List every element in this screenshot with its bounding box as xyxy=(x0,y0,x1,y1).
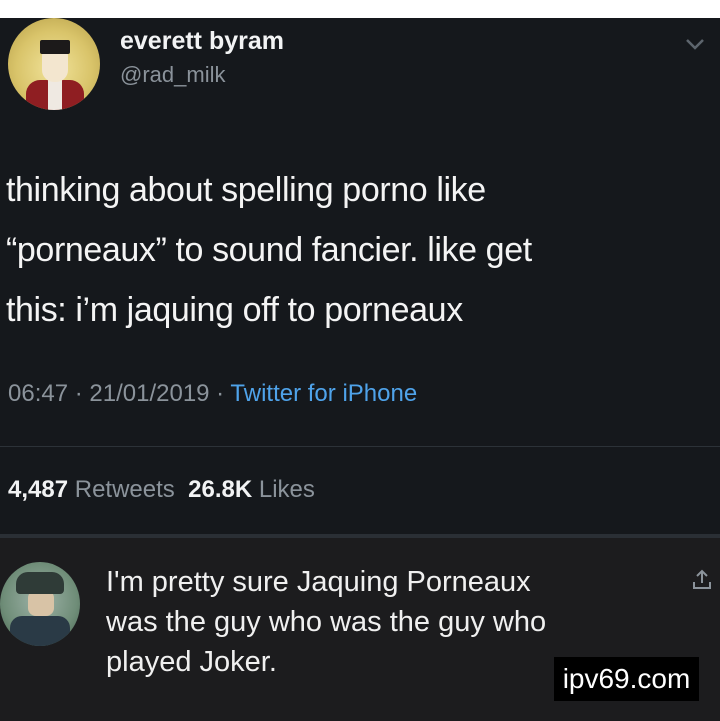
avatar-coat xyxy=(10,616,70,646)
avatar-hair xyxy=(40,40,70,54)
divider xyxy=(0,446,720,447)
tweet-time[interactable]: 06:47 xyxy=(8,380,68,407)
tweet-date[interactable]: 21/01/2019 xyxy=(89,380,209,407)
share-icon[interactable] xyxy=(690,568,714,592)
chevron-down-icon[interactable] xyxy=(684,36,706,52)
user-handle[interactable]: @rad_milk xyxy=(120,62,225,88)
likes-count[interactable]: 26.8K xyxy=(188,476,252,503)
avatar-shirt xyxy=(48,80,62,110)
meta-separator: · xyxy=(209,380,231,407)
tweet-stats: 4,487 Retweets 26.8K Likes xyxy=(8,476,315,504)
reply-line: I'm pretty sure Jaquing Porneaux xyxy=(106,566,531,598)
avatar-hat xyxy=(16,572,64,594)
tweet-text: thinking about spelling porno like “porn… xyxy=(6,160,706,340)
display-name[interactable]: everett byram xyxy=(120,27,284,56)
user-avatar[interactable] xyxy=(8,18,100,110)
watermark: ipv69.com xyxy=(554,657,699,701)
tweet-line: this: i’m jaquing off to porneaux xyxy=(6,291,463,329)
tweet-line: thinking about spelling porno like xyxy=(6,171,486,209)
tweet-source[interactable]: Twitter for iPhone xyxy=(230,380,417,407)
likes-label[interactable]: Likes xyxy=(259,476,315,503)
reply-line: was the guy who was the guy who xyxy=(106,606,547,638)
top-strip xyxy=(0,0,720,18)
reply-avatar[interactable] xyxy=(0,562,80,646)
meta-separator: · xyxy=(68,380,90,407)
tweet-meta: 06:47 · 21/01/2019 · Twitter for iPhone xyxy=(8,380,417,408)
retweets-label[interactable]: Retweets xyxy=(75,476,175,503)
retweets-count[interactable]: 4,487 xyxy=(8,476,68,503)
tweet-line: “porneaux” to sound fancier. like get xyxy=(6,231,532,269)
